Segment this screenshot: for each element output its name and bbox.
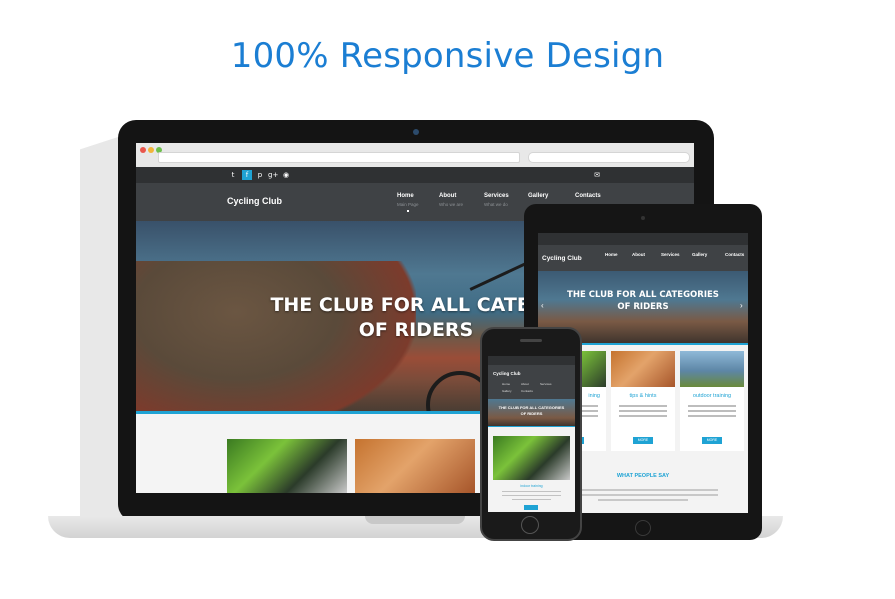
site-logo[interactable]: Cycling Club xyxy=(227,196,282,206)
nav-active-marker xyxy=(407,210,409,212)
nav-services-sub: What we do xyxy=(484,202,508,207)
tips-image[interactable] xyxy=(355,439,475,493)
tablet-card-text xyxy=(688,415,736,417)
tablet-hero-line-2: OF RIDERS xyxy=(617,302,669,312)
testimonial-text xyxy=(568,494,718,496)
nav-gallery[interactable]: Gallery xyxy=(528,193,548,199)
tablet-card-outdoor: outdoor training MORE xyxy=(680,351,744,451)
tablet-card-image[interactable] xyxy=(611,351,675,387)
nav-home[interactable]: Home xyxy=(397,193,414,199)
tablet-logo[interactable]: Cycling Club xyxy=(542,255,582,262)
tablet-card-title[interactable]: tips & hints xyxy=(611,393,675,399)
tablet-card-image[interactable] xyxy=(680,351,744,387)
phone-card-title[interactable]: indoor training xyxy=(488,484,575,488)
phone-speaker xyxy=(520,339,542,342)
phone-logo[interactable]: Cycling Club xyxy=(493,371,521,376)
chevron-left-icon[interactable]: ‹ xyxy=(541,301,544,310)
testimonial-text xyxy=(568,489,718,491)
phone-card-more-button[interactable] xyxy=(524,505,538,510)
browser-search-input[interactable] xyxy=(528,152,690,163)
phone-card-text xyxy=(502,495,561,496)
indoor-training-image[interactable] xyxy=(227,439,347,493)
tablet-topbar xyxy=(538,233,748,245)
nav-about-sub: Who we are xyxy=(439,202,464,207)
address-bar[interactable] xyxy=(158,152,520,163)
tablet-hero-line-1: THE CLUB FOR ALL CATEGORIES xyxy=(567,290,719,300)
phone-screen: Cycling Club Home About Services Gallery… xyxy=(488,356,575,512)
tablet-card-text xyxy=(619,410,667,412)
tablet-card-tips: tips & hints MORE xyxy=(611,351,675,451)
tablet-card-title[interactable]: outdoor training xyxy=(680,393,744,399)
tablet-nav-contacts[interactable]: Contacts xyxy=(725,252,744,257)
phone-hero: THE CLUB FOR ALL CATEGORIES OF RIDERS xyxy=(488,399,575,426)
nav-about[interactable]: About xyxy=(439,193,456,199)
phone-accent-line xyxy=(488,426,575,427)
phone-topbar xyxy=(488,356,575,365)
tablet-card-text xyxy=(688,410,736,412)
phone-nav-home[interactable]: Home xyxy=(502,382,510,386)
nav-home-sub: Main Page xyxy=(397,202,419,207)
headline: 100% Responsive Design xyxy=(230,36,665,76)
laptop-camera xyxy=(413,129,419,135)
phone-hero-line-2: OF RIDERS xyxy=(520,411,543,416)
phone-card-text xyxy=(512,499,551,500)
phone-header: Cycling Club Home About Services Gallery… xyxy=(488,365,575,399)
mail-icon[interactable]: ✉ xyxy=(592,170,602,180)
phone-nav-contacts[interactable]: Contacts xyxy=(521,389,533,393)
testimonial-text xyxy=(598,499,688,501)
tablet-nav-gallery[interactable]: Gallery xyxy=(692,252,707,257)
laptop-notch xyxy=(365,516,465,524)
phone-home-button xyxy=(521,516,539,534)
nav-services[interactable]: Services xyxy=(484,193,509,199)
facebook-icon[interactable]: f xyxy=(242,170,252,180)
twitter-icon[interactable]: t xyxy=(228,170,238,180)
phone-card-image[interactable] xyxy=(493,436,570,480)
tablet-card-more-button[interactable]: MORE xyxy=(633,437,653,444)
close-dot-icon[interactable] xyxy=(140,147,146,153)
tablet-header: Cycling Club Home About Services Gallery… xyxy=(538,245,748,271)
tablet-home-button xyxy=(635,520,651,536)
pinterest-icon[interactable]: p xyxy=(255,170,265,180)
browser-toolbar xyxy=(136,143,694,168)
nav-contacts[interactable]: Contacts xyxy=(575,193,601,199)
tablet-card-more-button[interactable]: MORE xyxy=(702,437,722,444)
tablet-card-text xyxy=(688,405,736,407)
tablet-nav-about[interactable]: About xyxy=(632,252,645,257)
chevron-right-icon[interactable]: › xyxy=(740,301,743,310)
tablet-card-text xyxy=(619,405,667,407)
tablet-hero-title: THE CLUB FOR ALL CATEGORIES OF RIDERS xyxy=(548,289,738,313)
phone-hero-title: THE CLUB FOR ALL CATEGORIES OF RIDERS xyxy=(488,405,575,417)
phone-nav-gallery[interactable]: Gallery xyxy=(502,389,512,393)
tablet-nav-home[interactable]: Home xyxy=(605,252,618,257)
site-topbar: t f p g+ ◉ ✉ xyxy=(136,167,694,183)
phone-nav-services[interactable]: Services xyxy=(540,382,552,386)
tablet-nav-services[interactable]: Services xyxy=(661,252,680,257)
rss-icon[interactable]: ◉ xyxy=(281,170,291,180)
tablet-camera xyxy=(641,216,645,220)
google-plus-icon[interactable]: g+ xyxy=(268,170,278,180)
phone-card-text xyxy=(502,491,561,492)
phone-nav-about[interactable]: About xyxy=(521,382,529,386)
minimize-dot-icon[interactable] xyxy=(148,147,154,153)
tablet-card-text xyxy=(619,415,667,417)
